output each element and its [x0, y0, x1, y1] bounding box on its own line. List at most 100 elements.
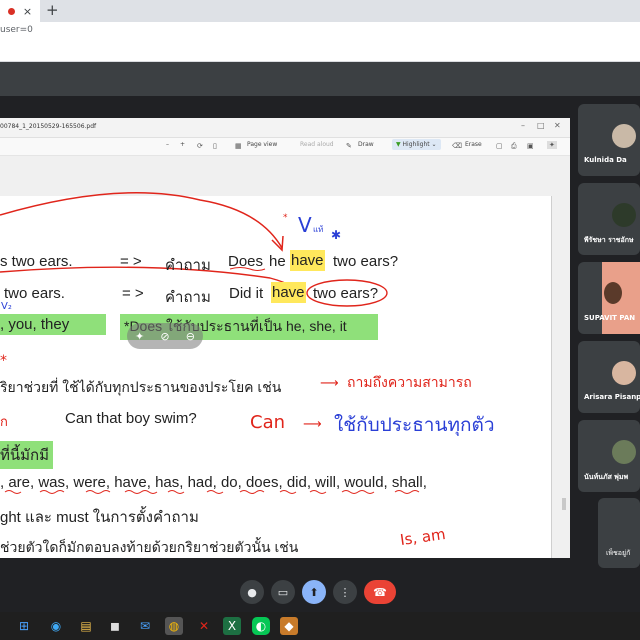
- highlight-icon: ▼: [396, 141, 401, 148]
- meeting-top-bar: [0, 62, 640, 96]
- maximize-icon[interactable]: □: [537, 121, 545, 130]
- pdf-toolbar: – + ⟳ ▯ ▦ Page view Read aloud ✎ Draw ▼ …: [0, 138, 570, 156]
- line1-arrow: = >: [120, 253, 142, 270]
- camera-button[interactable]: ▭: [271, 580, 295, 604]
- pin-icon[interactable]: ✦: [135, 330, 144, 343]
- close-window-icon[interactable]: ✕: [554, 121, 561, 130]
- blue-star-annotation: ✱: [331, 228, 342, 242]
- print-icon[interactable]: ⎙: [511, 142, 517, 151]
- avatar: [604, 282, 622, 304]
- excel-icon[interactable]: X: [223, 617, 241, 635]
- pdf-filename: 00784_1_20150529-165506.pdf: [0, 123, 97, 130]
- participant-tile[interactable]: พีรัชษา ราชอักษ: [578, 183, 640, 255]
- draw-icon[interactable]: ✎: [346, 142, 352, 150]
- line1-rest: two ears?: [333, 253, 399, 270]
- rotate-icon[interactable]: ⟳: [197, 142, 203, 150]
- more-icon: ⋮: [339, 585, 351, 599]
- recording-icon: [7, 7, 15, 15]
- participant-name: เพ็ชอยู่กั: [606, 549, 631, 557]
- avatar: [612, 203, 636, 227]
- read-aloud-button[interactable]: Read aloud: [300, 141, 334, 148]
- hangup-icon: ☎: [373, 585, 387, 599]
- url-text: user=0: [0, 25, 33, 35]
- v-sub-annotation: แท้: [313, 225, 324, 234]
- v2-annotation: V₂: [1, 301, 12, 312]
- avatar: [612, 361, 636, 385]
- page-view-button[interactable]: Page view: [247, 141, 277, 148]
- participant-name: นันท์นภัส พุ่มพ: [584, 473, 629, 481]
- bookmarks-bar: [0, 40, 640, 62]
- line4: ริยาช่วยที่ ใช้ได้กับทุกประธานของประโยค …: [0, 379, 282, 395]
- app-icon-2[interactable]: ◆: [280, 617, 298, 635]
- participant-name: SUPAVIT PAN: [584, 314, 636, 322]
- red-stars-left: *: [0, 353, 7, 369]
- line5-example: Can that boy swim?: [65, 410, 197, 427]
- red-star-annotation: *: [283, 213, 288, 223]
- remove-icon[interactable]: ⊖: [186, 330, 195, 343]
- microphone-button[interactable]: ●: [240, 580, 264, 604]
- participant-name: Arisara Pisanp: [584, 393, 640, 401]
- participant-tile[interactable]: Kulnida Da: [578, 104, 640, 176]
- pin-icon[interactable]: ✦: [547, 141, 557, 149]
- address-bar[interactable]: user=0: [0, 22, 640, 40]
- browser-tab[interactable]: ×: [0, 0, 40, 22]
- chrome-icon[interactable]: ◍: [165, 617, 183, 635]
- line2-rest: two ears?: [313, 285, 379, 302]
- store-icon[interactable]: ◼: [106, 617, 124, 635]
- start-icon[interactable]: ⊞: [15, 617, 33, 635]
- present-icon: ⬆: [309, 585, 319, 599]
- participant-tile[interactable]: เพ็ชอยู่กั: [598, 498, 640, 568]
- participant-video: [602, 262, 640, 334]
- v-annotation: V: [298, 213, 312, 237]
- browser-tab-bar: × +: [0, 0, 640, 22]
- line2-have: have: [271, 282, 306, 303]
- highlight-button[interactable]: ▼ Highlight ⌄: [392, 139, 441, 150]
- participant-tile[interactable]: Arisara Pisanp: [578, 341, 640, 413]
- avatar: [612, 124, 636, 148]
- zoom-in-button[interactable]: +: [180, 141, 185, 148]
- line2-did-it: Did it: [229, 285, 264, 302]
- new-tab-button[interactable]: +: [46, 1, 59, 19]
- edge-icon[interactable]: ◉: [47, 617, 65, 635]
- app-icon[interactable]: ✕: [195, 617, 213, 635]
- leave-call-button[interactable]: ☎: [364, 580, 396, 604]
- line1-thai: คำถาม: [165, 257, 211, 274]
- draw-button[interactable]: Draw: [358, 141, 374, 148]
- close-tab-icon[interactable]: ×: [23, 5, 32, 18]
- line2-left: two ears.: [4, 285, 65, 302]
- participant-name: พีรัชษา ราชอักษ: [584, 236, 634, 244]
- red-underline-squiggle: [4, 490, 420, 494]
- erase-button[interactable]: Erase: [465, 141, 482, 148]
- page-view-icon[interactable]: ▦: [235, 142, 242, 150]
- line1-does: Does: [228, 253, 264, 270]
- camera-icon: ▭: [277, 585, 289, 599]
- line2-arrow: = >: [122, 285, 144, 302]
- minimize-icon[interactable]: –: [521, 121, 525, 130]
- windows-taskbar: [0, 612, 640, 640]
- pdf-scrollbar[interactable]: [562, 498, 566, 510]
- line2-thai: คำถาม: [165, 289, 211, 306]
- zoom-out-button[interactable]: –: [166, 141, 169, 148]
- line1-he: he: [269, 253, 286, 270]
- line-icon[interactable]: ◐: [252, 617, 270, 635]
- add-text-icon[interactable]: ▢: [496, 142, 503, 150]
- mail-icon[interactable]: ✉: [136, 617, 154, 635]
- participant-name: Kulnida Da: [584, 156, 627, 164]
- mute-icon[interactable]: ⊘: [160, 330, 169, 343]
- highlight-label: Highlight: [402, 141, 430, 148]
- save-icon[interactable]: ▣: [527, 142, 534, 150]
- erase-icon[interactable]: ⌫: [452, 142, 462, 150]
- pdf-title-bar: 00784_1_20150529-165506.pdf – □ ✕: [0, 118, 570, 138]
- file-explorer-icon[interactable]: ▤: [77, 617, 95, 635]
- microphone-icon: ●: [247, 585, 257, 599]
- present-button[interactable]: ⬆: [302, 580, 326, 604]
- fit-page-icon[interactable]: ▯: [213, 142, 217, 150]
- left-red-note: ก: [0, 415, 8, 430]
- can-note: Can: [250, 412, 286, 433]
- red-arrow-2: ⟶: [303, 417, 322, 432]
- participant-tile[interactable]: นันท์นภัส พุ่มพ: [578, 420, 640, 492]
- red-note-ability: ถามถึงความสามารถ: [347, 375, 472, 391]
- line1-left: s two ears.: [0, 253, 73, 270]
- line9: ช่วยตัวใดก็มักตอบลงท้ายด้วยกริยาช่วยตัวน…: [0, 539, 299, 555]
- more-options-button[interactable]: ⋮: [333, 580, 357, 604]
